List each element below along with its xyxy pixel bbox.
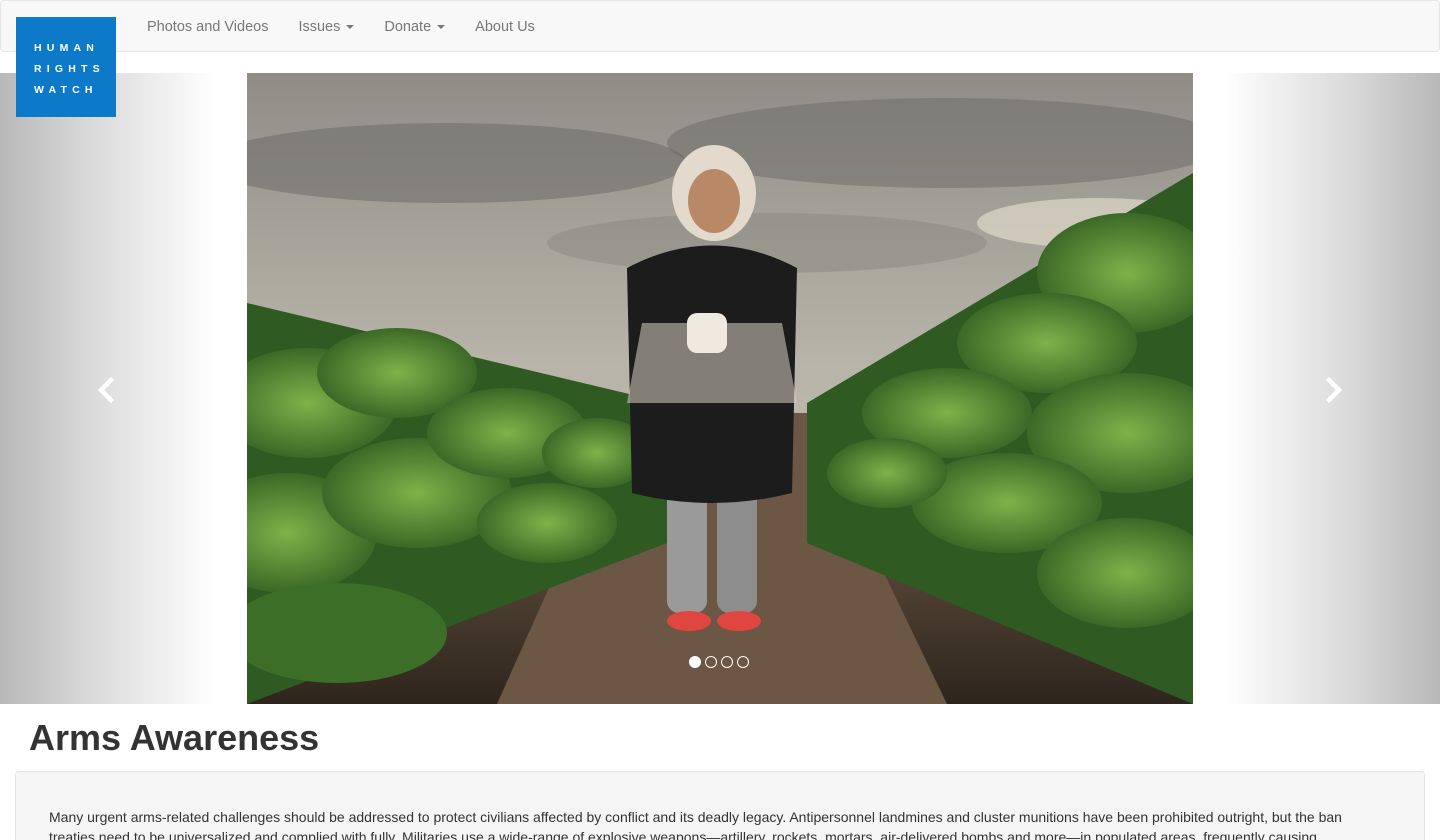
nav-donate-dropdown[interactable]: Donate	[369, 1, 460, 53]
nav-photos-videos-label: Photos and Videos	[147, 19, 269, 35]
carousel-indicator-2[interactable]	[705, 656, 717, 668]
logo-line-rights: RIGHTS	[34, 63, 105, 75]
main-nav: Photos and Videos Issues Donate About Us	[132, 1, 550, 53]
nav-issues-dropdown[interactable]: Issues	[283, 1, 369, 53]
carousel-indicator-4[interactable]	[737, 656, 749, 668]
carousel-slide-image	[247, 73, 1193, 704]
intro-panel: Many urgent arms-related challenges shou…	[15, 771, 1425, 840]
carousel-indicator-3[interactable]	[721, 656, 733, 668]
caret-down-icon	[346, 25, 355, 29]
nav-donate-label: Donate	[384, 19, 432, 35]
carousel-prev-button[interactable]	[0, 73, 216, 704]
carousel-indicator-1[interactable]	[689, 656, 701, 668]
logo-line-human: HUMAN	[34, 42, 100, 54]
hrw-logo[interactable]: HUMAN RIGHTS WATCH	[16, 17, 116, 117]
top-navbar: Photos and Videos Issues Donate About Us	[0, 0, 1440, 52]
nav-photos-videos[interactable]: Photos and Videos	[132, 1, 283, 53]
caret-down-icon	[437, 25, 446, 29]
carousel-indicators	[689, 656, 749, 668]
nav-about-us-label: About Us	[475, 19, 535, 35]
nav-about-us[interactable]: About Us	[460, 1, 550, 53]
slide-photo	[247, 73, 1193, 704]
intro-text: Many urgent arms-related challenges shou…	[49, 809, 1342, 840]
page-title: Arms Awareness	[29, 717, 320, 758]
chevron-left-icon	[97, 377, 115, 403]
nav-issues-label: Issues	[298, 19, 341, 35]
carousel-next-button[interactable]	[1224, 73, 1440, 704]
image-carousel	[0, 73, 1440, 704]
logo-line-watch: WATCH	[34, 84, 98, 96]
chevron-right-icon	[1325, 377, 1343, 403]
